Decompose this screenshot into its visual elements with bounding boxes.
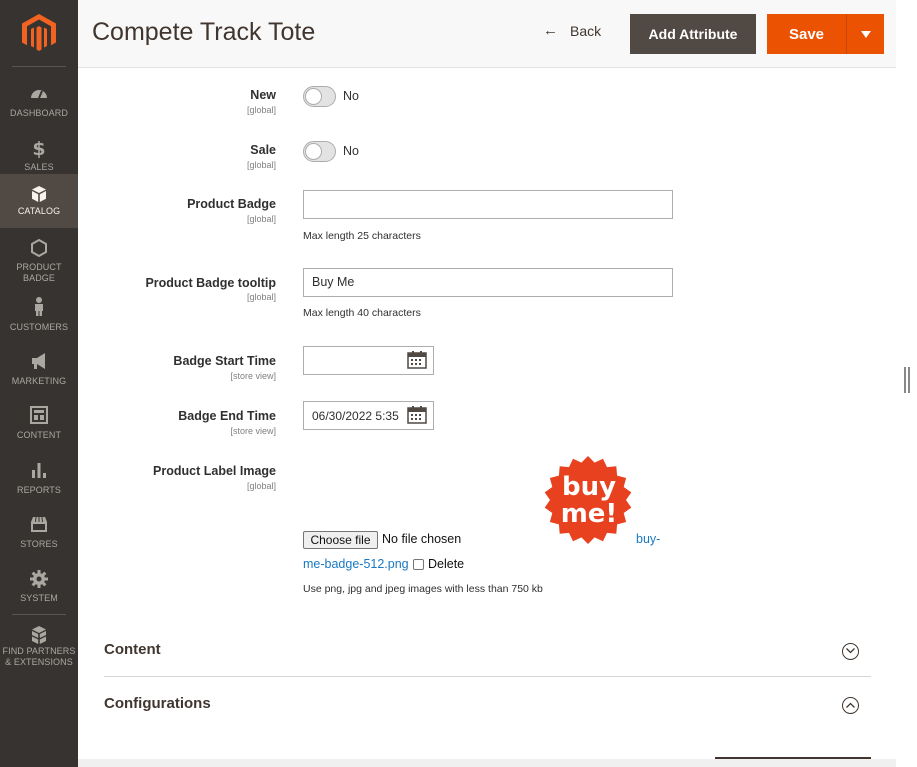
back-label: Back [570,22,602,39]
sidebar-item-label: CONTENT [16,430,62,440]
section-configurations[interactable]: Configurations [104,679,871,731]
field-label-product-label-image: Product Label Image [153,464,276,478]
no-file-text: No file chosen [382,532,462,546]
field-label-product-badge: Product Badge [187,197,276,211]
back-button[interactable]: ← Back [543,22,601,39]
dollar-icon: $ [32,138,45,158]
layout-icon [30,406,48,424]
dashboard-icon [31,90,47,99]
sidebar-item-label: FIND PARTNERS & EXTENSIONS [2,646,76,667]
product-badge-tooltip-input[interactable]: Buy Me [303,268,673,297]
caret-down-icon [860,30,871,38]
sidebar-item-label: DASHBOARD [10,108,68,118]
page-bottom-edge [78,759,896,767]
badge-text-line2: me! [561,499,618,529]
hexagon-icon [31,238,47,258]
sidebar-item-label: REPORTS [16,485,62,495]
field-scope: [global] [246,214,276,224]
sidebar-item-label: CATALOG [17,206,61,216]
blocks-icon [32,626,46,644]
product-badge-note: Max length 25 characters [303,230,421,242]
sidebar-divider [12,66,66,67]
section-title-content: Content [104,641,161,658]
sidebar-item-label: SALES [24,162,54,172]
new-toggle-label: No [343,89,359,103]
toggle-knob [305,88,322,105]
product-badge-input[interactable] [303,190,673,219]
field-label-badge-start-time: Badge Start Time [173,354,276,368]
uploaded-file-link[interactable]: buy- [636,532,660,546]
sidebar-item-stores[interactable]: STORES [0,509,78,563]
badge-text-line1: buy [562,472,616,502]
box-icon [32,186,46,202]
admin-sidebar: DASHBOARD $ SALES CATALOG PRODUCT BADGE … [0,0,78,767]
sidebar-item-reports[interactable]: REPORTS [0,455,78,509]
field-scope: [global] [246,292,276,302]
delete-image-checkbox[interactable] [413,559,424,570]
sale-toggle[interactable] [303,141,336,162]
chevron-down-icon[interactable] [842,643,859,660]
field-scope: [global] [246,160,276,170]
delete-image-label: Delete [428,557,465,571]
chevron-up-icon[interactable] [842,697,859,714]
sidebar-divider [12,614,66,615]
field-label-new: New [250,88,276,102]
megaphone-icon [32,353,45,369]
field-scope: [store view] [230,426,276,436]
product-badge-tooltip-note: Max length 40 characters [303,307,421,319]
svg-text:$: $ [32,138,45,158]
sidebar-item-system[interactable]: SYSTEM [0,563,78,617]
uploaded-file-link[interactable]: me-badge-512.png [303,557,409,571]
sidebar-item-marketing[interactable]: MARKETING [0,346,78,400]
sidebar-item-label: PRODUCT BADGE [16,262,62,283]
page-header: Compete Track Tote ← Back Add Attribute … [78,0,896,68]
field-scope: [store view] [230,371,276,381]
section-content[interactable]: Content [104,625,871,677]
sidebar-item-dashboard[interactable]: DASHBOARD [0,76,78,130]
save-button[interactable]: Save [767,14,847,54]
bar-chart-icon [32,463,46,478]
sidebar-item-catalog[interactable]: CATALOG [0,174,78,228]
sidebar-item-find-partners[interactable]: FIND PARTNERS & EXTENSIONS [0,620,78,678]
field-scope: [global] [246,105,276,115]
resize-handle[interactable] [904,367,910,393]
app-root: DASHBOARD $ SALES CATALOG PRODUCT BADGE … [0,0,917,767]
sidebar-item-label: STORES [20,539,58,549]
sale-toggle-label: No [343,144,359,158]
sidebar-item-label: CUSTOMERS [9,322,69,332]
arrow-left-icon: ← [543,22,558,39]
section-divider [104,676,871,677]
gear-icon [30,570,48,588]
badge-preview-image: buy me! [544,456,632,544]
save-options-toggle[interactable] [847,14,884,54]
field-label-sale: Sale [250,143,276,157]
new-toggle[interactable] [303,86,336,107]
person-icon [35,297,43,316]
calendar-icon[interactable] [407,351,427,369]
field-scope: [global] [246,481,276,491]
calendar-icon[interactable] [407,406,427,424]
sidebar-item-label: SYSTEM [20,593,58,603]
sidebar-item-customers[interactable]: CUSTOMERS [0,292,78,346]
sidebar-item-content[interactable]: CONTENT [0,400,78,454]
field-label-product-badge-tooltip: Product Badge tooltip [145,276,276,290]
store-icon [31,516,47,532]
choose-file-button[interactable]: Choose file [303,531,378,549]
magento-logo-icon[interactable] [22,14,56,52]
add-attribute-button[interactable]: Add Attribute [630,14,756,54]
sidebar-item-label: MARKETING [11,376,67,386]
field-label-badge-end-time: Badge End Time [178,409,276,423]
section-title-configurations: Configurations [104,695,211,712]
image-upload-note: Use png, jpg and jpeg images with less t… [303,583,543,595]
sidebar-item-product-badge[interactable]: PRODUCT BADGE [0,230,78,284]
page-title: Compete Track Tote [92,18,316,46]
toggle-knob [305,143,322,160]
